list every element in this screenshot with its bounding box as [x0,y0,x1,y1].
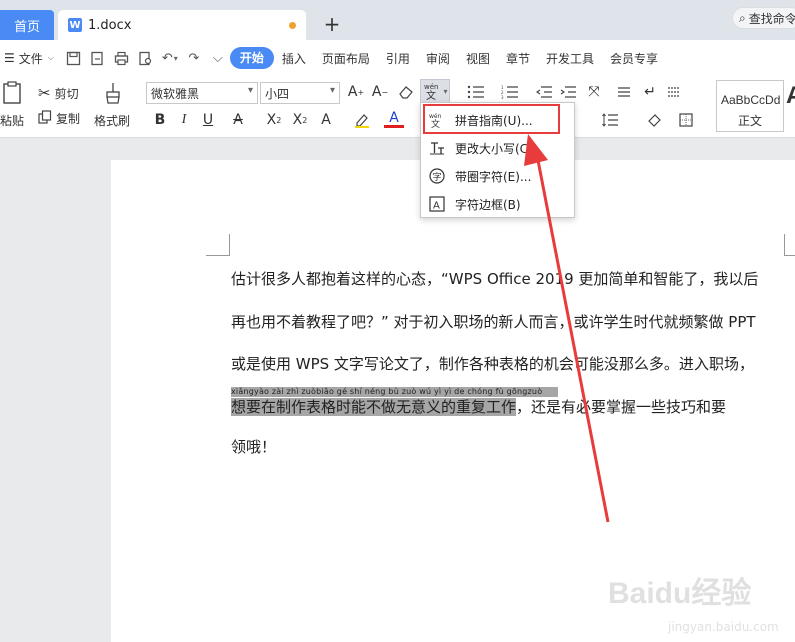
watermark-url: jingyan.baidu.com [668,620,779,634]
baidu-watermark: Baidu经验 jingyan.baidu.com [608,568,788,638]
annotation-arrow [524,134,610,523]
watermark-logo: Baidu经验 [608,577,752,610]
